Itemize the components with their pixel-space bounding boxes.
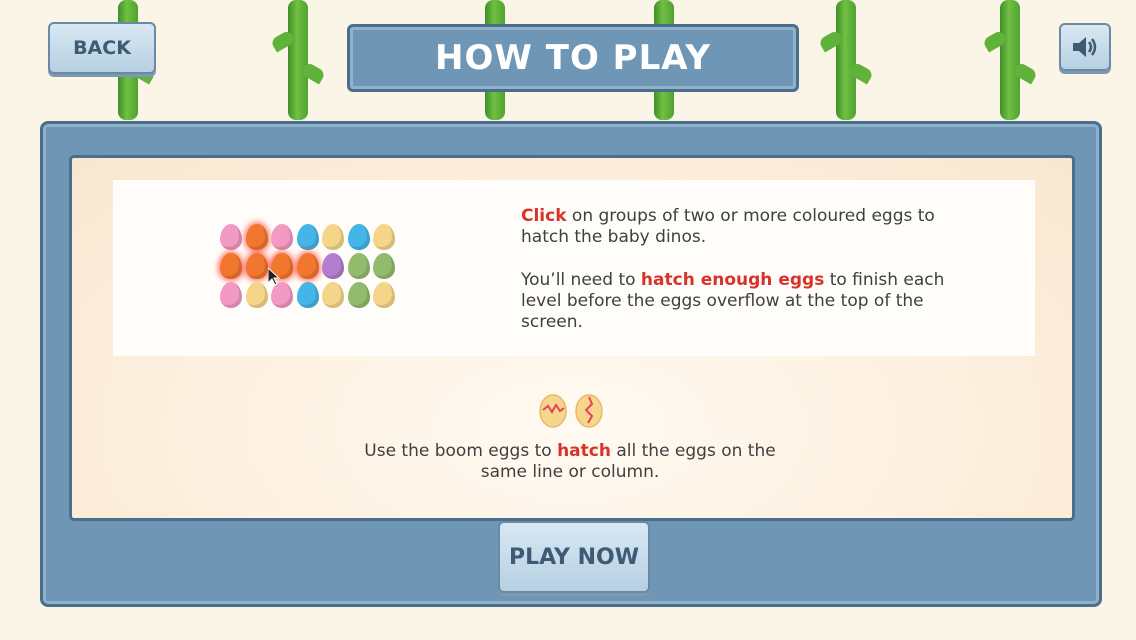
egg [220, 224, 242, 250]
egg [245, 282, 268, 308]
back-button[interactable]: BACK [48, 22, 156, 74]
mouse-cursor-icon [268, 268, 281, 286]
egg [322, 282, 344, 308]
egg [347, 282, 370, 308]
egg [271, 224, 293, 250]
instruction-text-3: Use the boom eggs to hatch all the eggs … [364, 441, 776, 482]
title-plate: HOW TO PLAY [347, 24, 799, 92]
speaker-icon [1073, 37, 1097, 57]
boom-eggs-icon [539, 394, 603, 428]
egg [220, 253, 242, 279]
egg [322, 253, 344, 279]
instruction-text-2: You’ll need to hatch enough eggs to fini… [521, 270, 945, 332]
egg [296, 282, 319, 308]
egg [373, 224, 395, 250]
egg [245, 224, 268, 250]
instruction-text-1: Click on groups of two or more coloured … [521, 206, 935, 247]
egg [373, 253, 395, 279]
egg [220, 282, 242, 308]
play-now-button[interactable]: PLAY NOW [498, 521, 650, 593]
egg [347, 224, 370, 250]
page-title: HOW TO PLAY [435, 38, 711, 78]
egg [322, 224, 344, 250]
egg [296, 253, 319, 279]
egg [373, 282, 395, 308]
vine-decoration [836, 0, 856, 120]
egg [296, 224, 319, 250]
egg [245, 253, 268, 279]
egg [347, 253, 370, 279]
sound-toggle-button[interactable] [1059, 23, 1111, 71]
vine-decoration [1000, 0, 1020, 120]
vine-decoration [288, 0, 308, 120]
